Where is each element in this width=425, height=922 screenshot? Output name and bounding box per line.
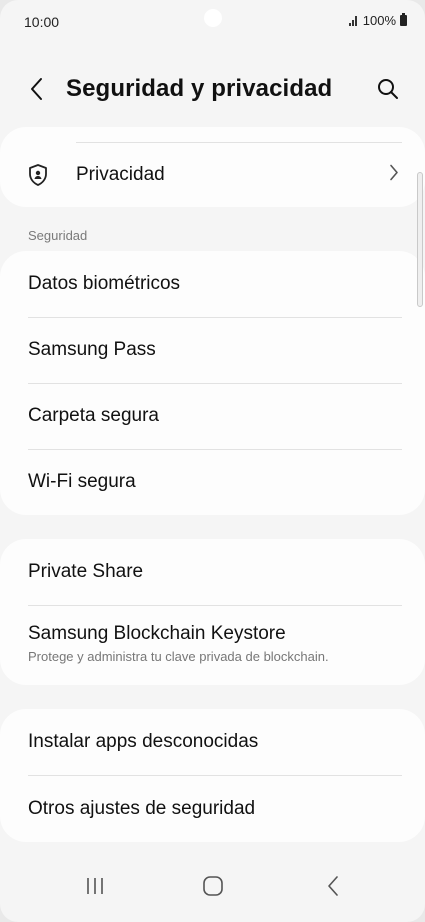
list-item-subtitle: Protege y administra tu clave privada de… — [28, 649, 329, 664]
search-icon[interactable] — [373, 74, 403, 104]
security-card: Datos biométricos Samsung Pass Carpeta s… — [0, 251, 425, 515]
status-right: 100% — [348, 13, 407, 28]
status-time: 10:00 — [24, 14, 60, 30]
other-card: Instalar apps desconocidas Otros ajustes… — [0, 709, 425, 842]
list-item[interactable]: Datos biométricos — [0, 251, 425, 317]
privacy-card: Privacidad — [0, 127, 425, 207]
list-item-label: Datos biométricos — [28, 273, 181, 294]
shield-person-icon — [27, 163, 49, 192]
chevron-right-icon — [389, 164, 399, 187]
list-item[interactable]: Carpeta segura — [0, 383, 425, 449]
back-icon[interactable] — [313, 868, 353, 904]
list-item[interactable]: Wi-Fi segura — [0, 449, 425, 515]
share-card: Private Share Samsung Blockchain Keystor… — [0, 539, 425, 685]
status-bar: 10:00 100% — [0, 0, 425, 44]
navigation-bar — [0, 854, 425, 922]
privacy-row[interactable]: Privacidad — [0, 143, 425, 207]
battery-percent: 100% — [362, 13, 396, 28]
list-item-label: Samsung Pass — [28, 339, 156, 360]
chevron-left-icon[interactable] — [22, 74, 52, 104]
list-item[interactable]: Otros ajustes de seguridad — [0, 776, 425, 842]
scrollbar[interactable] — [417, 172, 423, 307]
page-title: Seguridad y privacidad — [66, 75, 333, 102]
list-item-label: Instalar apps desconocidas — [28, 731, 259, 752]
list-item-label: Samsung Blockchain Keystore — [28, 623, 286, 644]
battery-icon — [400, 13, 407, 26]
list-item[interactable]: Samsung Pass — [0, 317, 425, 383]
phone-screen: 10:00 100% Seguridad y privacidad Privac… — [0, 0, 425, 922]
app-header: Seguridad y privacidad — [0, 64, 425, 114]
section-label-security: Seguridad — [28, 228, 88, 243]
camera-cutout — [204, 9, 222, 27]
list-item-label: Private Share — [28, 561, 144, 582]
home-icon[interactable] — [193, 868, 233, 904]
list-item-label: Carpeta segura — [28, 405, 159, 426]
list-item-label: Otros ajustes de seguridad — [28, 798, 256, 819]
list-item-label: Wi-Fi segura — [28, 471, 136, 492]
list-item[interactable]: Samsung Blockchain Keystore Protege y ad… — [0, 605, 425, 685]
list-item[interactable]: Instalar apps desconocidas — [0, 709, 425, 775]
list-item-text: Samsung Blockchain Keystore Protege y ad… — [28, 623, 329, 664]
privacy-label: Privacidad — [76, 164, 165, 185]
recents-icon[interactable] — [75, 868, 115, 904]
signal-icon — [348, 15, 357, 26]
list-item[interactable]: Private Share — [0, 539, 425, 605]
